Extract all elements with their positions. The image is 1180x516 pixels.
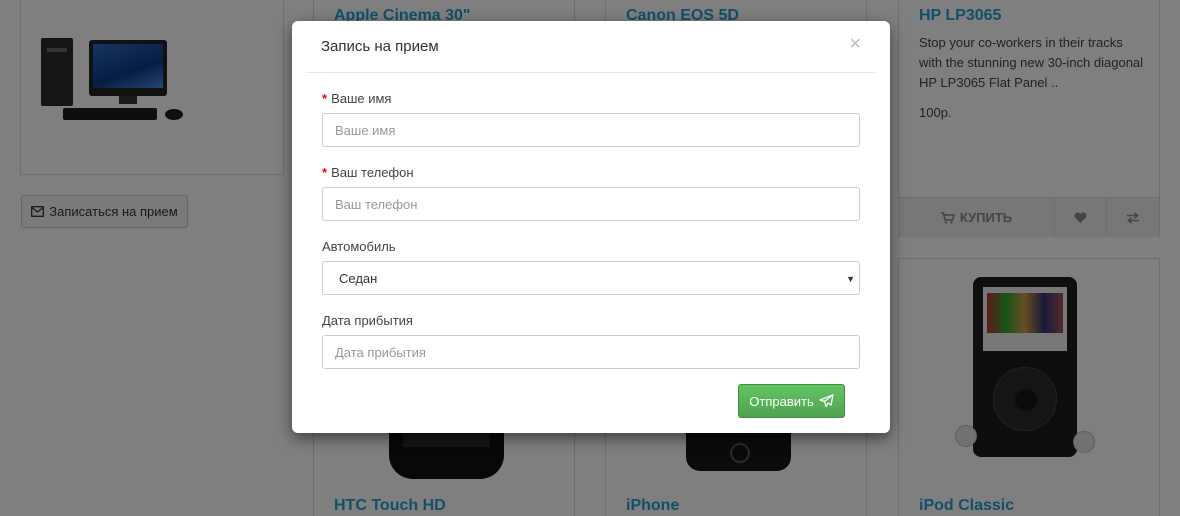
modal-title: Запись на прием <box>321 38 439 55</box>
car-select[interactable]: Седан ▼ <box>322 261 860 295</box>
submit-button[interactable]: Отправить <box>738 384 845 418</box>
paper-plane-icon <box>819 394 834 408</box>
modal-header: Запись на прием × <box>307 21 875 73</box>
submit-button-label: Отправить <box>749 393 814 409</box>
phone-label: * Ваш телефон <box>322 165 414 180</box>
page: Записаться на прием Apple Cinema 30" Can… <box>0 0 1180 516</box>
arrival-date-input[interactable] <box>322 335 860 369</box>
name-label: * Ваше имя <box>322 91 392 106</box>
appointment-modal: Запись на прием × *Ваше имя *Ваш телефон… <box>292 21 890 433</box>
phone-input[interactable] <box>322 187 860 221</box>
car-select-value: Седан <box>339 270 378 286</box>
close-icon[interactable]: × <box>849 34 861 54</box>
required-marker: * <box>322 91 328 106</box>
arrival-date-label: Дата прибытия <box>322 313 413 328</box>
required-marker: * <box>322 165 328 180</box>
car-label: Автомобиль <box>322 239 396 254</box>
caret-down-icon: ▼ <box>846 274 855 284</box>
name-input[interactable] <box>322 113 860 147</box>
